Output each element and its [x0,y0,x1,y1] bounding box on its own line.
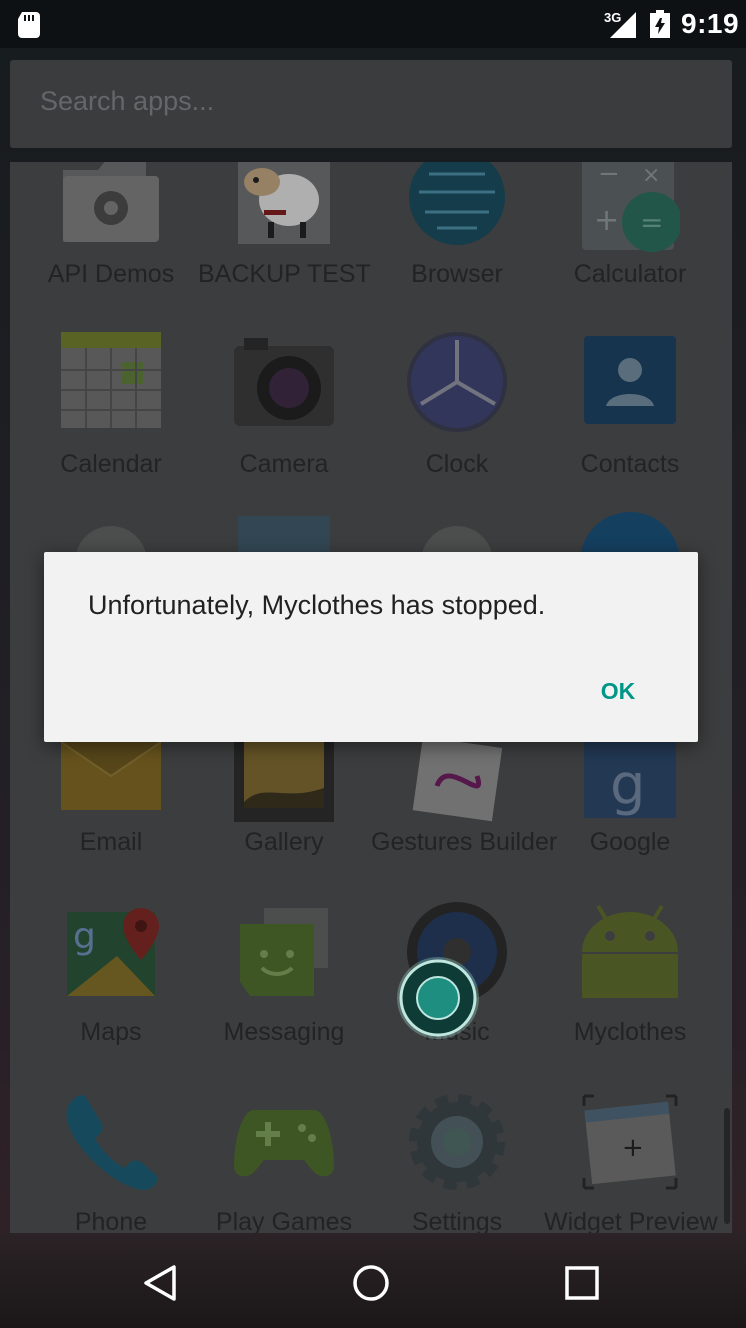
globe-icon [409,162,505,245]
app-label: Google [589,828,671,856]
messaging-icon [240,908,328,996]
app-label: Contacts [580,450,680,478]
recents-icon[interactable] [552,1253,612,1313]
app-calculator[interactable]: − × + = Calculator [544,162,716,322]
gallery-icon [234,742,334,822]
app-clock[interactable]: Clock [371,322,543,512]
app-phone[interactable]: Phone [25,1082,197,1233]
phone-icon [66,1095,158,1190]
svg-text:g: g [610,753,646,818]
home-icon[interactable] [341,1253,401,1313]
calculator-icon: − × + = [582,162,680,252]
navigation-bar [0,1233,746,1328]
contacts-icon [584,336,676,424]
clock-icon [407,332,507,432]
app-settings[interactable]: Settings [371,1082,543,1233]
status-clock: 9:19 [681,8,740,39]
svg-text:+: + [594,203,619,238]
gamepad-icon [234,1110,334,1177]
battery-icon [650,10,670,38]
dialog-message: Unfortunately, Myclothes has stopped. [88,590,546,620]
app-label: Play Games [215,1208,353,1233]
svg-text:×: × [642,163,660,188]
app-label: Settings [411,1208,503,1233]
search-input[interactable]: Search apps... [40,86,214,117]
google-icon: g [584,742,676,818]
apps-scrollbar[interactable] [724,1108,730,1224]
settings-gear-icon [409,1094,505,1190]
app-label: Messaging [223,1018,345,1046]
app-messaging[interactable]: Messaging [198,892,370,1082]
camera-icon [234,338,334,426]
app-label: Widget Preview [544,1208,718,1233]
folder-gear-icon [63,162,159,242]
app-label: Calendar [60,450,162,478]
maps-icon: g [67,908,159,996]
svg-text:+: + [622,1133,644,1163]
app-calendar[interactable]: Calendar [25,322,197,512]
sd-card-icon [18,12,40,38]
app-label: Camera [239,450,329,478]
app-label: Myclothes [573,1018,687,1046]
svg-text:=: = [640,206,663,239]
app-label: Gallery [244,828,324,856]
crash-dialog: Unfortunately, Myclothes has stopped. OK [44,552,698,742]
app-label: Maps [80,1018,142,1046]
app-label: Calculator [573,260,687,288]
status-bar: 3G 9:19 [0,0,746,48]
svg-text:−: − [598,162,620,189]
gestures-icon [412,742,503,822]
app-play-games[interactable]: Play Games [198,1082,370,1233]
back-icon[interactable] [130,1253,190,1313]
svg-text:g: g [73,916,96,957]
app-label: Clock [425,450,489,478]
email-icon [61,742,161,810]
sheep-icon [238,162,330,244]
app-backup-test[interactable]: BACKUP TEST [198,162,371,322]
search-bar[interactable]: Search apps... [10,60,732,148]
calendar-icon [61,332,161,428]
app-label: BACKUP TEST [198,260,371,288]
signal-icon [610,12,636,38]
ok-button[interactable]: OK [580,664,656,718]
app-api-demos[interactable]: API Demos [25,162,197,322]
app-contacts[interactable]: Contacts [544,322,716,512]
android-icon [582,904,678,998]
app-label: Gestures Builder [371,828,558,856]
app-maps[interactable]: g Maps [25,892,197,1082]
app-label: API Demos [47,260,175,288]
app-label: Browser [411,260,503,288]
touch-indicator [397,957,479,1039]
app-label: Phone [74,1208,148,1233]
app-camera[interactable]: Camera [198,322,370,512]
widget-preview-icon: + [582,1094,678,1190]
app-widget-preview[interactable]: + Widget Preview [544,1082,718,1233]
app-myclothes[interactable]: Myclothes [544,892,716,1082]
app-label: Email [79,828,143,856]
app-browser[interactable]: Browser [371,162,543,322]
